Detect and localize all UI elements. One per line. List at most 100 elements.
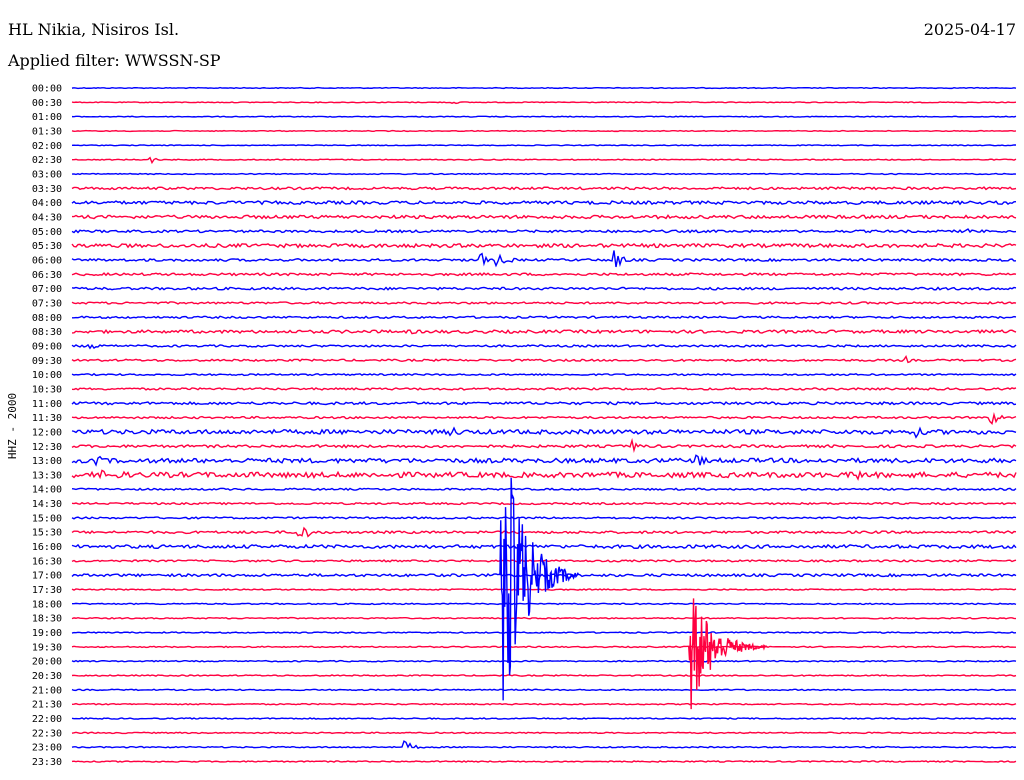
time-tick-label: 21:00 [32,685,62,696]
time-tick-label: 21:30 [32,700,62,711]
trace-row [71,144,1017,147]
time-tick-label: 08:30 [32,327,62,338]
time-tick-label: 12:00 [32,427,62,438]
trace-row [71,740,1017,750]
trace-row [71,437,1017,454]
time-tick-label: 11:30 [32,413,62,424]
time-tick-label: 20:00 [32,657,62,668]
trace-row [71,101,1017,105]
trace-row [71,731,1017,735]
time-tick-label: 14:30 [32,499,62,510]
time-tick-label: 07:30 [32,298,62,309]
trace-row [71,469,1017,481]
time-tick-label: 20:30 [32,671,62,682]
time-tick-label: 06:30 [32,270,62,281]
time-tick-label: 10:30 [32,384,62,395]
trace-row [71,250,1017,268]
trace-row [71,355,1017,364]
time-tick-label: 00:00 [32,84,62,95]
time-tick-label: 14:00 [32,485,62,496]
trace-row [71,272,1017,277]
trace-row [71,411,1017,425]
trace-row [71,328,1017,335]
time-tick-label: 01:30 [32,126,62,137]
time-tick-label: 09:30 [32,356,62,367]
trace-row [71,526,1017,538]
event-waveform [688,598,768,710]
trace-row [71,602,1017,606]
time-tick-label: 18:30 [32,614,62,625]
trace-layer [71,86,1017,763]
time-tick-label: 19:30 [32,642,62,653]
time-tick-label: 13:30 [32,470,62,481]
time-tick-label: 18:00 [32,599,62,610]
trace-row [71,401,1017,406]
trace-row [71,487,1017,492]
seismogram-chart: 00:00 00:30 01:00 01:30 02:00 02:30 03:00 03:30… [6,84,1017,769]
trace-row [71,572,1017,578]
trace-row [71,286,1017,291]
trace-row [71,645,1017,649]
time-tick-label: 02:30 [32,155,62,166]
trace-row [71,501,1017,506]
trace-row [71,717,1017,720]
time-tick-label: 02:00 [32,141,62,152]
trace-row [71,172,1017,176]
time-tick-label: 19:00 [32,628,62,639]
time-tick-label: 08:00 [32,313,62,324]
time-tick-label: 17:30 [32,585,62,596]
time-tick-label: 04:30 [32,212,62,223]
time-tick-labels: 00:00 00:30 01:00 01:30 02:00 02:30 03:00 03:30… [32,84,62,769]
time-tick-label: 04:00 [32,198,62,209]
time-tick-label: 22:00 [32,714,62,725]
trace-row [71,86,1017,90]
trace-row [71,543,1017,550]
trace-row [71,129,1017,133]
trace-row [71,228,1017,234]
time-tick-label: 06:00 [32,255,62,266]
time-tick-label: 16:00 [32,542,62,553]
time-tick-label: 05:30 [32,241,62,252]
trace-row [71,426,1017,439]
trace-row [71,674,1017,677]
time-tick-label: 10:00 [32,370,62,381]
time-tick-label: 17:00 [32,571,62,582]
trace-row [71,301,1017,305]
trace-row [71,588,1017,591]
time-tick-label: 03:00 [32,169,62,180]
time-tick-label: 00:30 [32,98,62,109]
trace-row [71,156,1017,165]
trace-row [71,115,1017,118]
time-tick-label: 16:30 [32,556,62,567]
trace-row [71,372,1017,377]
trace-row [71,616,1017,620]
time-tick-label: 11:00 [32,399,62,410]
trace-row [71,516,1017,520]
trace-row [71,387,1017,391]
time-tick-label: 23:00 [32,743,62,754]
time-tick-label: 01:00 [32,112,62,123]
trace-row [71,242,1017,249]
trace-row [71,688,1017,692]
time-tick-label: 09:00 [32,341,62,352]
trace-row [72,315,1017,320]
time-tick-label: 05:00 [32,227,62,238]
time-tick-label: 15:00 [32,513,62,524]
time-tick-label: 12:30 [32,442,62,453]
time-tick-label: 13:00 [32,456,62,467]
time-tick-label: 15:30 [32,528,62,539]
trace-row [71,186,1017,191]
trace-row [71,343,1017,350]
time-tick-label: 03:30 [32,184,62,195]
trace-row [71,199,1017,206]
trace-row [71,631,1017,634]
y-axis-label: HHZ - 2000 [6,393,19,459]
trace-row [71,214,1017,220]
trace-row [71,702,1017,706]
time-tick-label: 07:00 [32,284,62,295]
time-tick-label: 22:30 [32,728,62,739]
trace-row [71,760,1017,763]
trace-row [71,659,1017,663]
time-tick-label: 23:30 [32,757,62,768]
trace-row [71,454,1017,467]
